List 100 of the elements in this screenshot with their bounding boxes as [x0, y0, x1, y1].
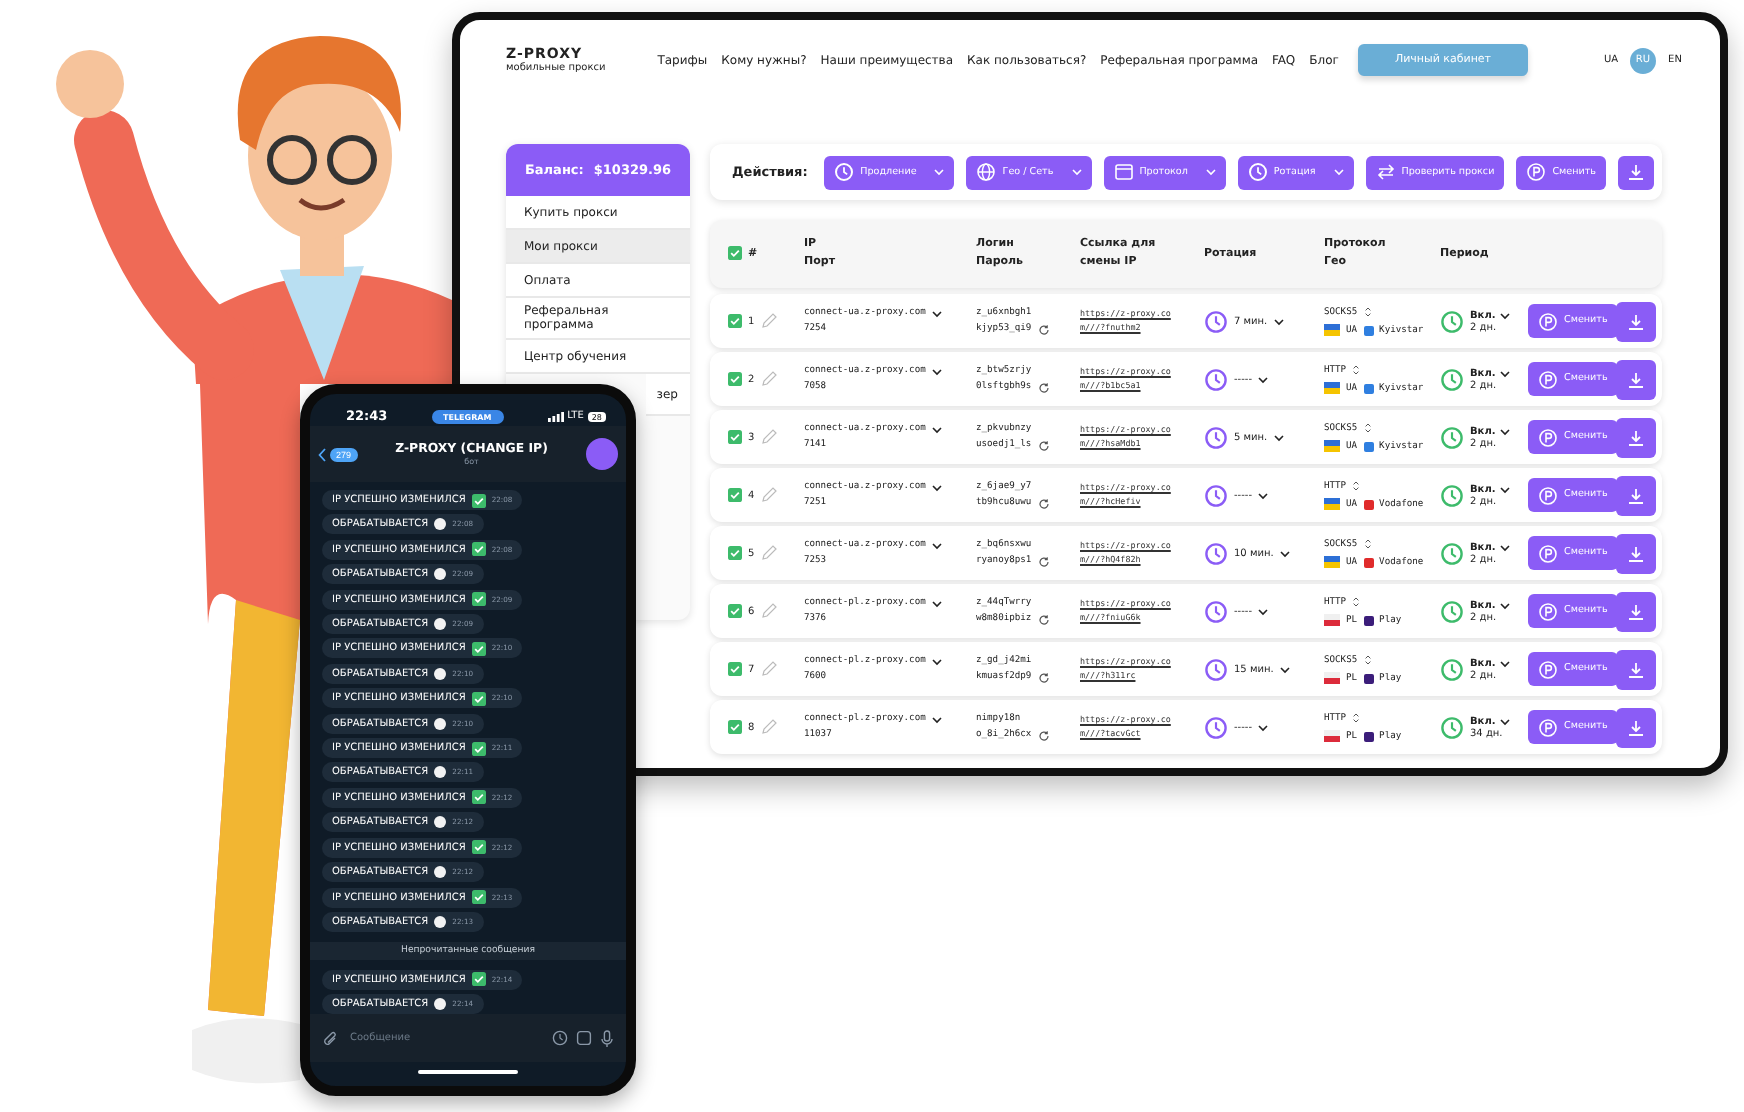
sort-icon — [1352, 712, 1361, 724]
sort-icon — [1363, 306, 1372, 318]
download-icon — [1626, 717, 1646, 737]
check-mark-icon — [471, 790, 486, 805]
window-icon — [1113, 162, 1134, 182]
sort-icon — [1363, 422, 1372, 434]
clock-icon — [1440, 483, 1464, 507]
checkbox[interactable] — [728, 430, 742, 444]
p-coin-icon — [1538, 659, 1558, 679]
checkbox[interactable] — [728, 314, 742, 328]
swap-arrows-icon — [1375, 162, 1396, 182]
paperclip-icon — [322, 1029, 338, 1047]
caret-icon — [931, 483, 942, 491]
caret-icon — [1499, 369, 1510, 377]
circle-icon — [434, 766, 447, 779]
circle-icon — [434, 518, 447, 531]
caret-icon — [931, 599, 942, 607]
caret-icon — [931, 541, 942, 549]
caret-icon — [1499, 427, 1510, 435]
clock-icon — [834, 162, 855, 182]
download-button[interactable] — [1616, 359, 1656, 399]
refresh-icon — [1037, 439, 1050, 451]
circle-icon — [434, 618, 447, 631]
clock-icon — [1440, 715, 1464, 739]
check-mark-icon — [471, 493, 486, 507]
avatar-circle — [586, 438, 618, 470]
p-coin-icon — [1538, 427, 1558, 447]
download-icon — [1626, 485, 1646, 505]
refresh-icon — [1037, 497, 1050, 509]
caret-icon — [931, 657, 942, 665]
checkbox[interactable] — [728, 372, 742, 386]
pencil-icon — [760, 428, 779, 446]
clock-icon — [1204, 483, 1228, 507]
caret-icon — [1279, 665, 1290, 673]
caret-icon — [1279, 549, 1290, 557]
checkbox[interactable] — [728, 488, 742, 502]
clock-icon — [1440, 425, 1464, 449]
microphone-icon — [600, 1029, 614, 1047]
clock-icon — [1247, 162, 1268, 182]
check-mark-icon — [471, 542, 486, 557]
p-coin-icon — [1538, 369, 1558, 389]
checkbox[interactable] — [728, 246, 742, 261]
circle-icon — [434, 866, 447, 879]
caret-icon — [1499, 543, 1510, 551]
caret-icon — [1273, 433, 1284, 441]
circle-icon — [434, 717, 447, 730]
sort-icon — [1352, 480, 1361, 492]
caret-icon — [931, 715, 942, 723]
download-button[interactable] — [1616, 591, 1656, 631]
caret-icon — [1258, 491, 1269, 499]
clock-icon — [1440, 309, 1464, 333]
checkbox[interactable] — [728, 546, 742, 560]
signal-icon — [547, 411, 564, 421]
checkbox[interactable] — [728, 720, 742, 734]
download-button[interactable] — [1616, 301, 1656, 341]
download-icon — [1626, 311, 1646, 331]
caret-icon — [931, 309, 942, 317]
p-coin-icon — [1538, 543, 1558, 563]
globe-icon — [976, 162, 997, 182]
checkbox[interactable] — [728, 662, 742, 676]
pencil-icon — [760, 602, 779, 620]
circle-icon — [434, 998, 447, 1011]
clock-icon — [552, 1030, 568, 1046]
pencil-icon — [760, 486, 779, 504]
caret-icon — [1333, 168, 1344, 176]
caret-icon — [1205, 168, 1216, 176]
clock-icon — [1204, 541, 1228, 565]
refresh-icon — [1037, 613, 1050, 625]
caret-icon — [1273, 317, 1284, 325]
circle-icon — [434, 667, 447, 680]
download-button[interactable] — [1616, 475, 1656, 515]
download-button[interactable] — [1616, 533, 1656, 573]
clock-icon — [1204, 367, 1228, 391]
download-button[interactable] — [1616, 417, 1656, 457]
circle-icon — [434, 568, 447, 581]
refresh-icon — [1037, 323, 1050, 335]
pencil-icon — [760, 312, 779, 330]
sticker-icon — [576, 1030, 592, 1046]
refresh-icon — [1037, 555, 1050, 567]
p-coin-icon — [1538, 717, 1558, 737]
clock-icon — [1204, 599, 1228, 623]
download-button[interactable] — [1616, 649, 1656, 689]
caret-icon — [1071, 168, 1082, 176]
check-mark-icon — [471, 840, 486, 855]
checkbox[interactable] — [728, 604, 742, 618]
pencil-icon — [760, 718, 779, 736]
clock-icon — [1204, 425, 1228, 449]
p-coin-icon — [1538, 601, 1558, 621]
caret-icon — [931, 367, 942, 375]
download-icon — [1626, 162, 1646, 182]
download-button[interactable] — [1616, 707, 1656, 747]
download-icon — [1626, 601, 1646, 621]
clock-icon — [1204, 657, 1228, 681]
circle-icon — [434, 915, 447, 928]
sort-icon — [1352, 596, 1361, 608]
download-button[interactable] — [1618, 155, 1654, 189]
check-mark-icon — [471, 592, 486, 607]
check-mark-icon — [471, 641, 486, 656]
clock-icon — [1204, 309, 1228, 333]
pencil-icon — [760, 660, 779, 678]
